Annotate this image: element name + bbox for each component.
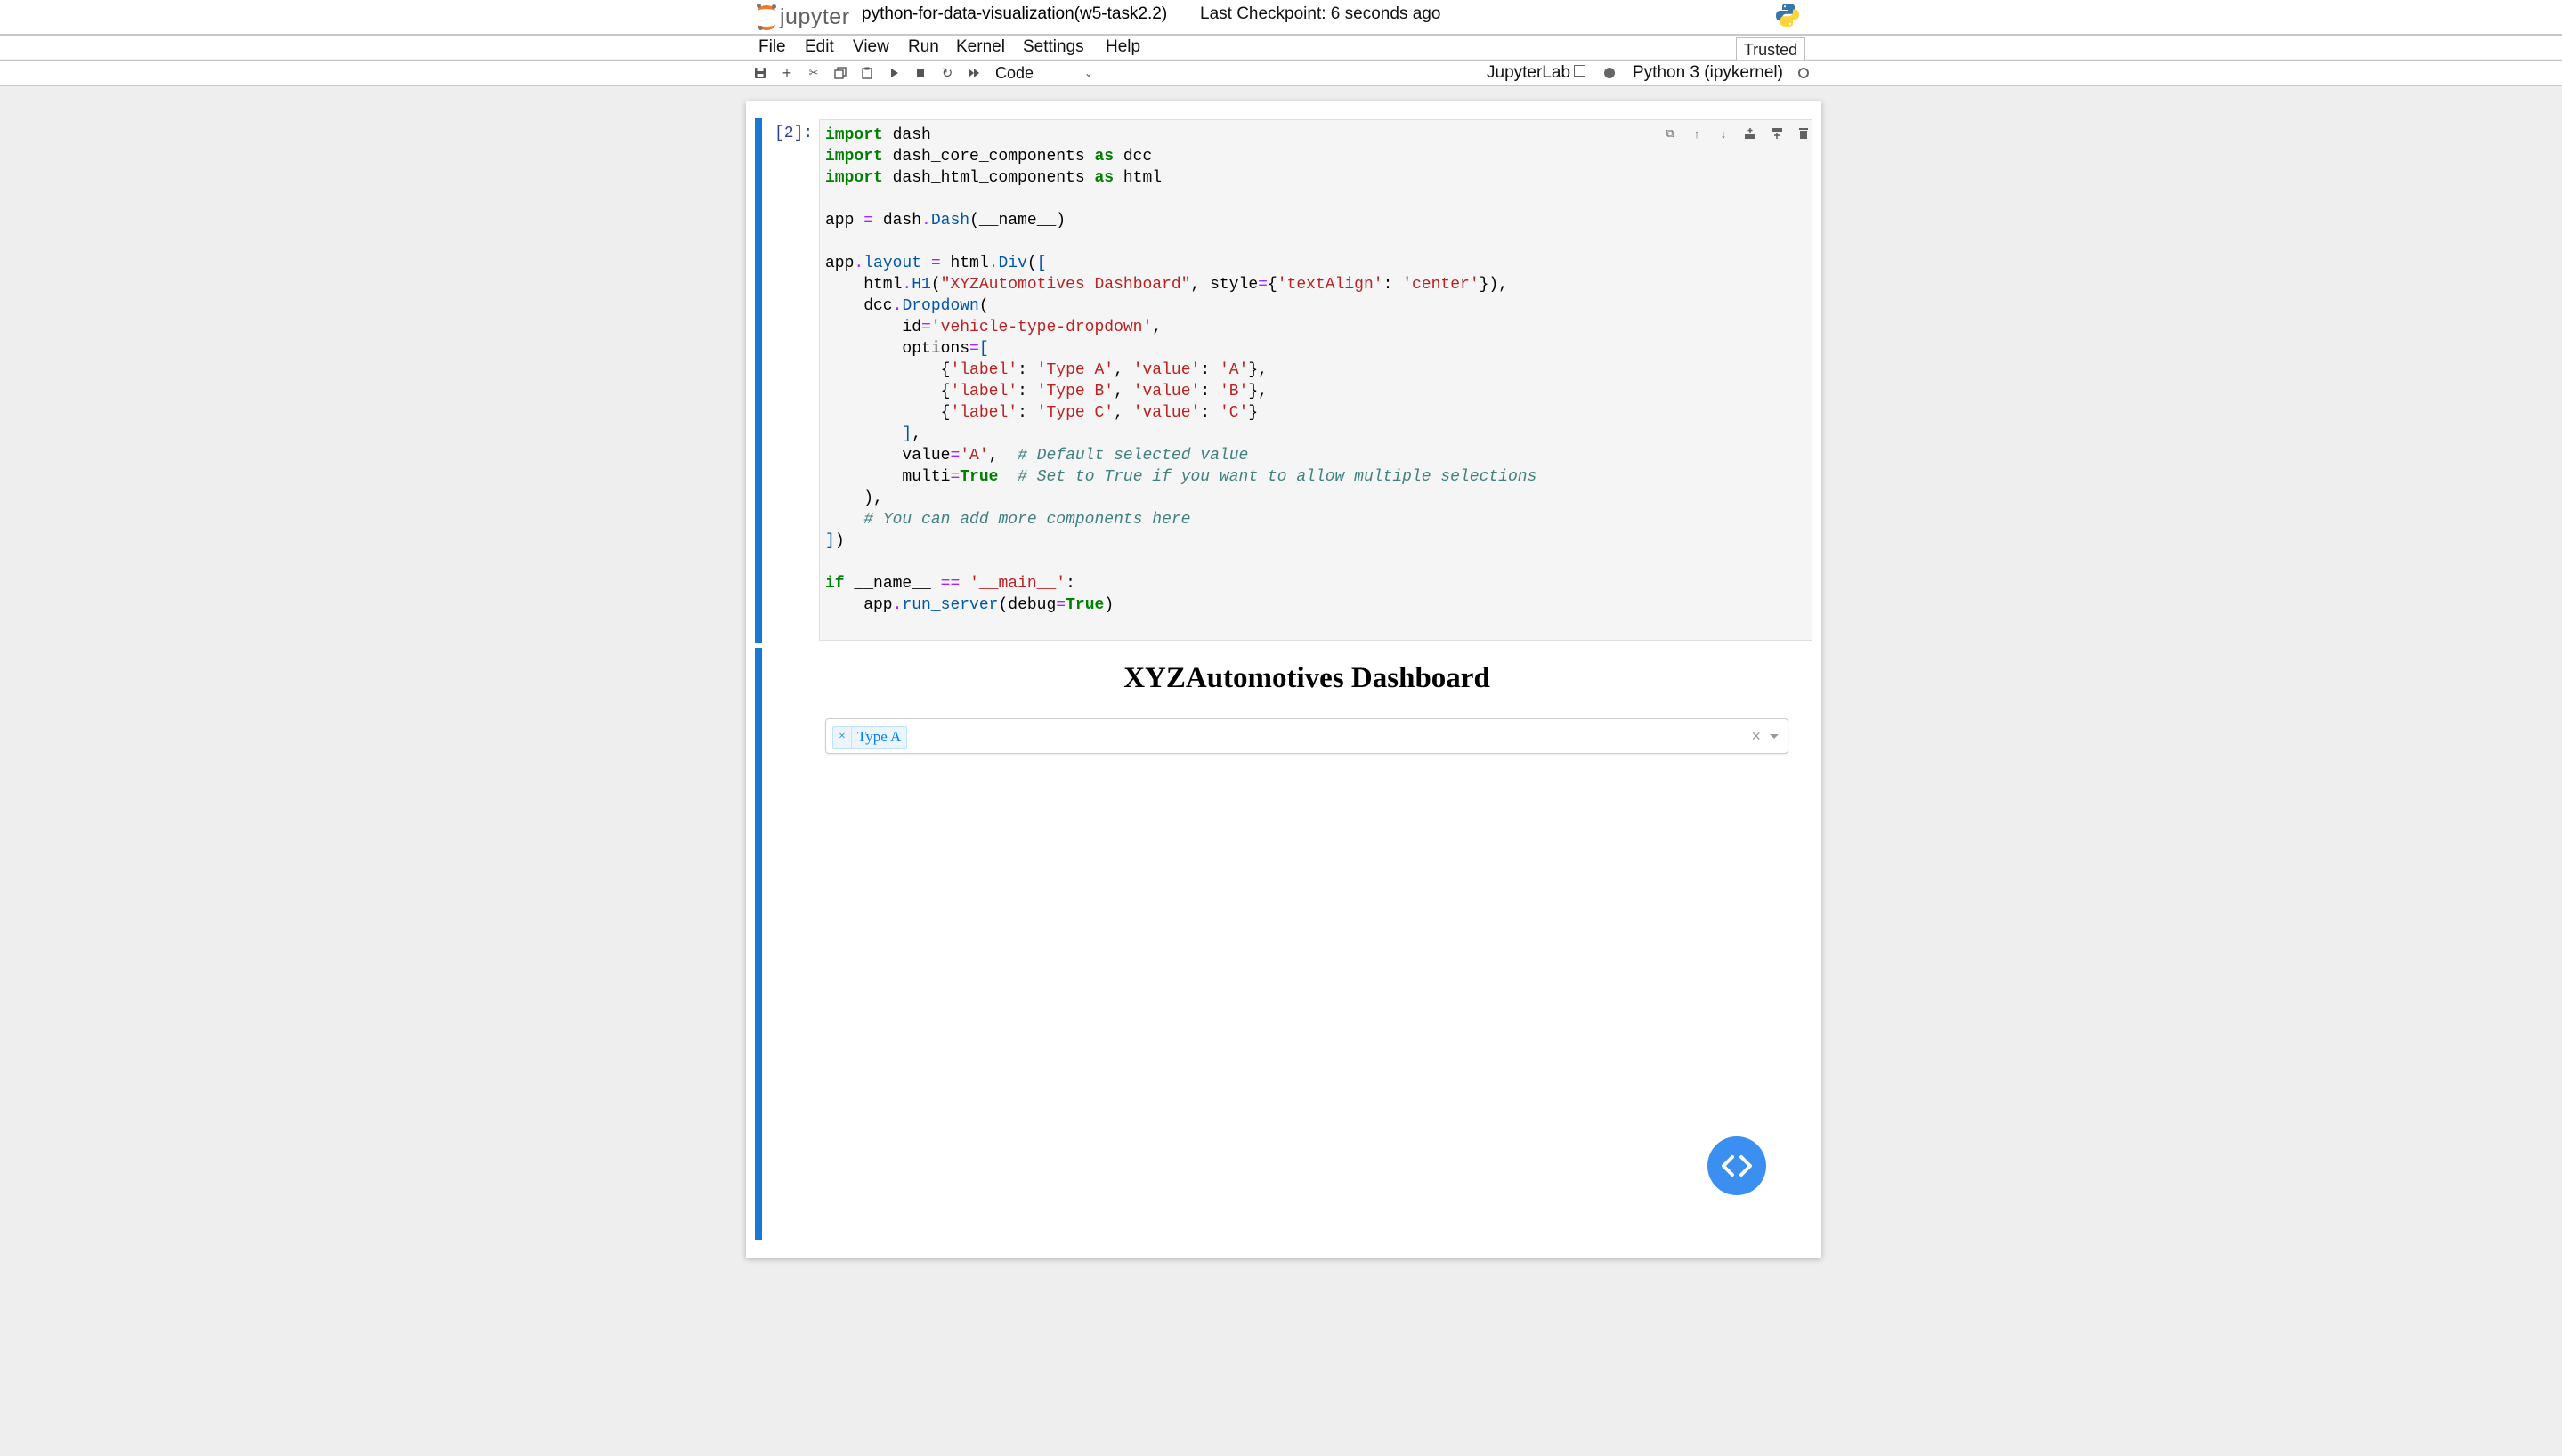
notebook-name[interactable]: python-for-data-visualization(w5-task2.2…: [862, 4, 1167, 24]
vehicle-type-dropdown[interactable]: × Type A ×: [825, 718, 1788, 754]
run-icon[interactable]: [885, 64, 903, 82]
copy-icon[interactable]: [831, 64, 849, 82]
dropdown-arrow-icon[interactable]: [1770, 734, 1779, 739]
cell-active-bar[interactable]: [755, 118, 762, 643]
jupyterlab-label: JupyterLab: [1487, 63, 1571, 82]
jupyter-logo[interactable]: jupyter: [757, 2, 850, 32]
python-logo-icon: [1776, 4, 1799, 27]
menu-file[interactable]: File: [758, 37, 786, 57]
clear-icon[interactable]: ×: [1751, 727, 1761, 745]
insert-below-icon[interactable]: [1741, 125, 1759, 142]
dashboard-title: XYZAutomotives Dashboard: [1123, 662, 1490, 694]
checkpoint-status: Last Checkpoint: 6 seconds ago: [1200, 4, 1441, 23]
top-header: jupyter python-for-data-visualization(w5…: [0, 0, 2562, 36]
duplicate-icon[interactable]: ⧉: [1661, 125, 1679, 142]
restart-icon[interactable]: ↻: [938, 64, 956, 82]
notebook-toolbar: + ✂ ↻ Code ⌄ JupyterLab Python 3 (ipyker…: [0, 60, 2562, 86]
kernel-gear-icon[interactable]: [1604, 68, 1615, 78]
menu-bar: File Edit View Run Kernel Settings Help: [0, 36, 2562, 59]
chip-label: Type A: [857, 728, 902, 745]
output-active-bar[interactable]: [755, 648, 762, 1240]
code-text[interactable]: import dash import dash_core_components …: [825, 125, 1536, 616]
move-up-icon[interactable]: ↑: [1688, 125, 1706, 142]
menu-kernel[interactable]: Kernel: [956, 37, 1005, 57]
menu-help[interactable]: Help: [1106, 37, 1140, 57]
jupyter-logo-icon: [757, 4, 776, 30]
external-link-icon: [1574, 65, 1586, 77]
dash-devtools-button[interactable]: [1707, 1136, 1766, 1195]
trusted-indicator[interactable]: Trusted: [1736, 37, 1805, 60]
code-brackets-icon: [1722, 1155, 1752, 1177]
add-cell-icon[interactable]: +: [778, 64, 796, 82]
cut-icon[interactable]: ✂: [805, 64, 823, 82]
move-down-icon[interactable]: ↓: [1715, 125, 1732, 142]
cell-type-select[interactable]: Code ⌄: [995, 61, 1093, 85]
cell-type-value: Code: [995, 64, 1034, 82]
chip-remove-icon[interactable]: ×: [833, 727, 852, 748]
menu-run[interactable]: Run: [908, 37, 939, 57]
delete-icon[interactable]: [1795, 125, 1812, 142]
menu-view[interactable]: View: [853, 37, 889, 57]
merge-icon[interactable]: [1768, 125, 1786, 142]
fast-forward-icon[interactable]: [965, 64, 983, 82]
menu-settings[interactable]: Settings: [1023, 37, 1084, 57]
kernel-name[interactable]: Python 3 (ipykernel): [1633, 61, 1783, 85]
stop-icon[interactable]: [912, 64, 929, 82]
chevron-down-icon: ⌄: [1083, 67, 1093, 79]
menu-edit[interactable]: Edit: [805, 37, 834, 57]
selected-value-chip: × Type A: [832, 726, 908, 749]
kernel-status-icon: [1798, 68, 1809, 78]
cell-prompt: [2]:: [774, 125, 814, 142]
save-icon[interactable]: [751, 64, 769, 82]
jupyter-wordmark: jupyter: [780, 4, 850, 29]
open-jupyterlab-link[interactable]: JupyterLab: [1487, 61, 1586, 85]
cell-toolbar: ⧉ ↑ ↓: [1661, 125, 1809, 142]
paste-icon[interactable]: [858, 64, 876, 82]
